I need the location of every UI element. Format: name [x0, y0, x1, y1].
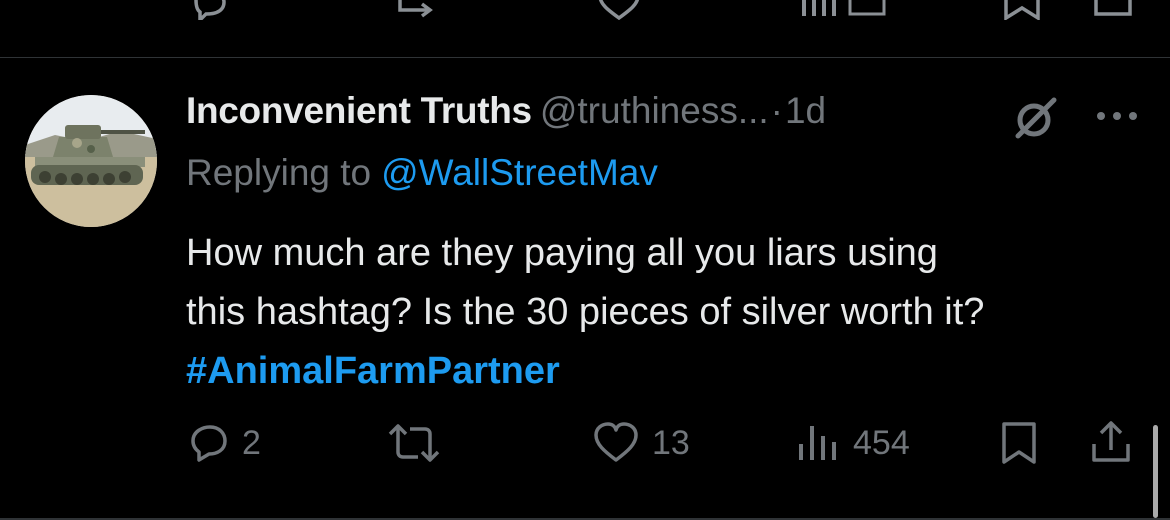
tweet-divider — [0, 57, 1170, 58]
reply-button[interactable]: 2 — [188, 418, 261, 468]
reply-handle-link[interactable]: @WallStreetMav — [381, 152, 658, 193]
tank-avatar-image — [25, 95, 157, 227]
views-count: 454 — [853, 423, 910, 462]
prev-like-icon[interactable] — [596, 0, 642, 20]
prev-bookmark-icon[interactable] — [1000, 0, 1044, 20]
separator-dot: · — [770, 90, 783, 131]
replying-to-line: Replying to @WallStreetMav — [186, 152, 658, 194]
replying-to-label: Replying to — [186, 152, 372, 193]
prev-reply-icon[interactable] — [190, 0, 230, 20]
retweet-icon — [388, 424, 440, 462]
tweet-page: Inconvenient Truths @truthiness...·1d Rep… — [0, 0, 1170, 520]
more-icon[interactable] — [1093, 108, 1141, 124]
like-count: 13 — [652, 423, 690, 462]
prev-views-icon[interactable] — [800, 0, 890, 20]
tweet-text-line-2: this hashtag? Is the 30 pieces of silver… — [186, 291, 985, 333]
retweet-button[interactable] — [386, 418, 454, 468]
grok-icon[interactable] — [1012, 96, 1060, 140]
bookmark-icon — [1002, 422, 1036, 464]
tweet-text-line-1: How much are they paying all you liars u… — [186, 232, 938, 274]
share-icon — [1092, 421, 1130, 462]
hashtag-link[interactable]: #AnimalFarmPartner — [186, 342, 1146, 401]
tweet-header: Inconvenient Truths @truthiness...·1d — [186, 90, 826, 140]
tweet-text: How much are they paying all you liars u… — [186, 224, 1146, 401]
like-button[interactable]: 13 — [592, 418, 690, 468]
heart-icon — [594, 422, 638, 462]
prev-share-icon[interactable] — [1090, 0, 1136, 20]
scrollbar[interactable] — [1153, 425, 1158, 518]
reply-count: 2 — [242, 423, 261, 462]
timestamp[interactable]: 1d — [785, 90, 826, 131]
bookmark-button[interactable] — [998, 418, 1040, 468]
avatar[interactable] — [25, 95, 157, 227]
reply-icon — [191, 425, 227, 462]
display-name[interactable]: Inconvenient Truths — [186, 90, 532, 131]
prev-retweet-icon[interactable] — [390, 0, 440, 20]
views-icon — [799, 426, 836, 460]
previous-tweet-actions — [0, 0, 1170, 20]
views-button[interactable]: 454 — [797, 418, 910, 468]
user-handle[interactable]: @truthiness... — [540, 90, 769, 131]
share-button[interactable] — [1088, 418, 1134, 468]
